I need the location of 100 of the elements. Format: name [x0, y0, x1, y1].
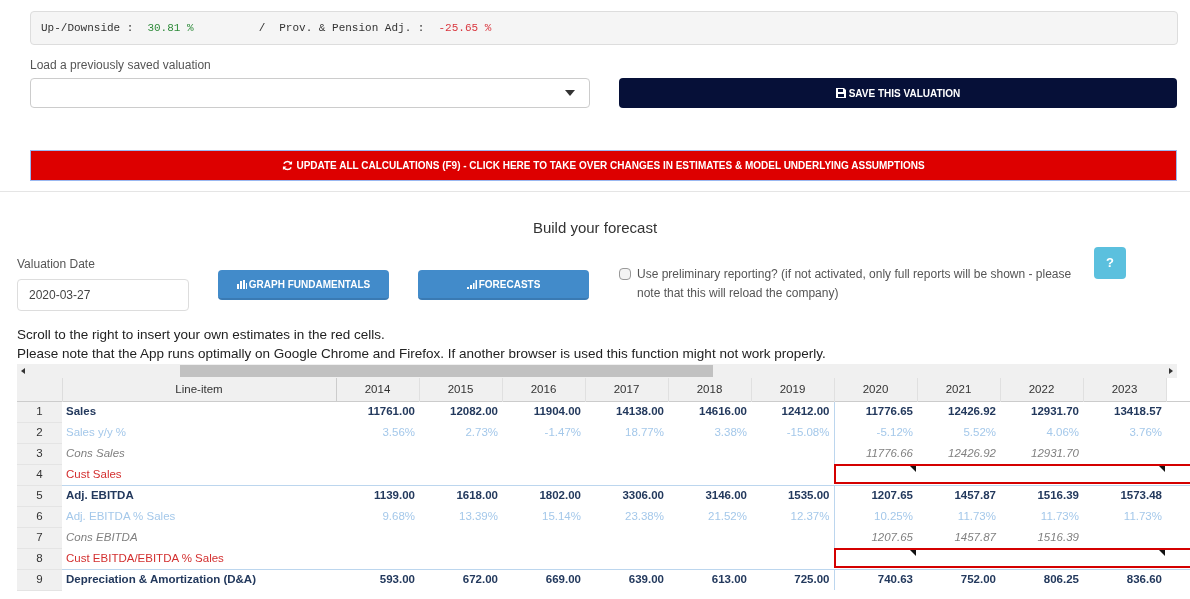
- date-field[interactable]: 2020-03-27: [17, 279, 189, 311]
- table-cell: 613.00: [668, 569, 751, 590]
- separator-text: /: [258, 20, 266, 36]
- row-label: Cons Sales: [62, 443, 336, 464]
- table-cell: 3146.00: [668, 485, 751, 506]
- refresh-icon: [282, 160, 294, 171]
- column-header: 2020: [834, 378, 917, 401]
- table-cell: 10.25%: [834, 506, 917, 527]
- caret-icon: [565, 90, 575, 96]
- comment-marker-icon: [910, 466, 916, 473]
- table-cell-text: 18.77%: [624, 424, 665, 440]
- table-cell-text: 9.68%: [381, 508, 416, 524]
- metric-label: Prov. & Pension Adj. :: [279, 20, 425, 36]
- table-cell-text: 11.73%: [956, 508, 997, 524]
- table-cell: 1207.65: [834, 485, 917, 506]
- row-number: 8: [17, 548, 62, 569]
- table-cell: 1457.87: [917, 527, 1000, 548]
- column-header: 2023: [1083, 378, 1166, 401]
- horizontal-scrollbar[interactable]: [17, 364, 1177, 378]
- row-label: Sales: [62, 401, 336, 422]
- scrollbar-thumb[interactable]: [180, 365, 713, 377]
- table-cell: 740.63: [834, 569, 917, 590]
- column-header: 2017: [585, 378, 668, 401]
- field-label: Load a previously saved valuation: [30, 57, 212, 73]
- table-cell: -5.12%: [834, 422, 917, 443]
- scroll-left-icon[interactable]: [21, 368, 25, 374]
- row-label: Sales y/y %: [62, 422, 336, 443]
- input-field[interactable]: [834, 548, 1190, 569]
- table-cell: 11904.00: [502, 401, 585, 422]
- table-cell: 11776.65: [834, 401, 917, 422]
- row-number: 6: [17, 506, 62, 527]
- table-cell: 12412.00: [751, 401, 834, 422]
- row-label: Cons EBITDA: [62, 527, 336, 548]
- row-label: Adj. EBITDA % Sales: [62, 506, 336, 527]
- column-header: 2019: [751, 378, 834, 401]
- save-button[interactable]: SAVE THIS VALUATION: [619, 78, 1177, 108]
- column-header: 2016: [502, 378, 585, 401]
- table-cell: 1573.48: [1083, 485, 1166, 506]
- table-cell: -15.08%: [751, 422, 834, 443]
- table-cell: 12426.92: [917, 401, 1000, 422]
- table-cell: 14616.00: [668, 401, 751, 422]
- table-cell: 593.00: [336, 569, 419, 590]
- scroll-right-icon[interactable]: [1169, 368, 1173, 374]
- row-label: Cust Sales: [62, 464, 336, 485]
- table-cell-text: 5.52%: [962, 424, 997, 440]
- section-heading: Build your forecast: [531, 218, 659, 238]
- table-cell: 1618.00: [419, 485, 502, 506]
- comment-marker-icon: [1159, 466, 1165, 473]
- table-cell-text: 3.56%: [381, 424, 416, 440]
- graph-button[interactable]: GRAPH FUNDAMENTALS: [218, 270, 389, 300]
- table-cell: 3306.00: [585, 485, 668, 506]
- table-cell-text: 11.73%: [1039, 508, 1080, 524]
- table-cell: 752.00: [917, 569, 1000, 590]
- table-cell: 12426.92: [917, 443, 1000, 464]
- row-number: 4: [17, 464, 62, 485]
- bar-chart-icon: [236, 279, 247, 289]
- table-cell: 836.60: [1083, 569, 1166, 590]
- table-cell: 1516.39: [1000, 485, 1083, 506]
- row-number: 7: [17, 527, 62, 548]
- table-cell: 1516.39: [1000, 527, 1083, 548]
- update-button[interactable]: UPDATE ALL CALCULATIONS (F9) - CLICK HERE TO TAKE OVER CHANGES IN ESTIMATES & MODEL UNDERLYING ASSUMPTIONS: [30, 150, 1177, 181]
- table-cell: 14138.00: [585, 401, 668, 422]
- row-label: Adj. EBITDA: [62, 485, 336, 506]
- table-cell: 725.00: [751, 569, 834, 590]
- input-field[interactable]: [834, 464, 1190, 485]
- signal-bars-icon: [466, 279, 477, 289]
- table-cell: 1139.00: [336, 485, 419, 506]
- table-cell-text: 3.38%: [713, 424, 748, 440]
- metric-value: 30.81 %: [147, 20, 194, 36]
- row-number: 2: [17, 422, 62, 443]
- column-header: 2015: [419, 378, 502, 401]
- table-cell: 12931.70: [1000, 443, 1083, 464]
- table-cell-text: -1.47%: [543, 424, 582, 440]
- table-cell-text: 2.73%: [464, 424, 499, 440]
- table-cell: 12.37%: [751, 506, 834, 527]
- table-cell-text: 15.14%: [541, 508, 582, 524]
- comment-marker-icon: [910, 550, 916, 557]
- row-number: 5: [17, 485, 62, 506]
- row-label: Depreciation & Amortization (D&A): [62, 569, 336, 590]
- table-cell: 806.25: [1000, 569, 1083, 590]
- table-cell-text: 21.52%: [707, 508, 748, 524]
- row-label: Cust EBITDA/EBITDA % Sales: [62, 548, 336, 569]
- column-header: 2014: [336, 378, 419, 401]
- table-cell: 12931.70: [1000, 401, 1083, 422]
- metric-label: Up-/Downside :: [41, 20, 134, 36]
- column-header: 2022: [1000, 378, 1083, 401]
- row-number: 3: [17, 443, 62, 464]
- table-cell-text: 3.76%: [1128, 424, 1163, 440]
- table-cell: 1535.00: [751, 485, 834, 506]
- instruction-text: Scroll to the right to insert your own estimates in the red cells.: [17, 326, 386, 344]
- forecasts-button[interactable]: FORECASTS: [418, 270, 589, 300]
- row-number: 9: [17, 569, 62, 590]
- column-header: 2021: [917, 378, 1000, 401]
- table-cell: 13418.57: [1083, 401, 1166, 422]
- row-number: 1: [17, 401, 62, 422]
- table-cell: 669.00: [502, 569, 585, 590]
- comment-marker-icon: [1159, 550, 1165, 557]
- checkbox[interactable]: [619, 268, 631, 280]
- table-cell: 1802.00: [502, 485, 585, 506]
- column-header: 2018: [668, 378, 751, 401]
